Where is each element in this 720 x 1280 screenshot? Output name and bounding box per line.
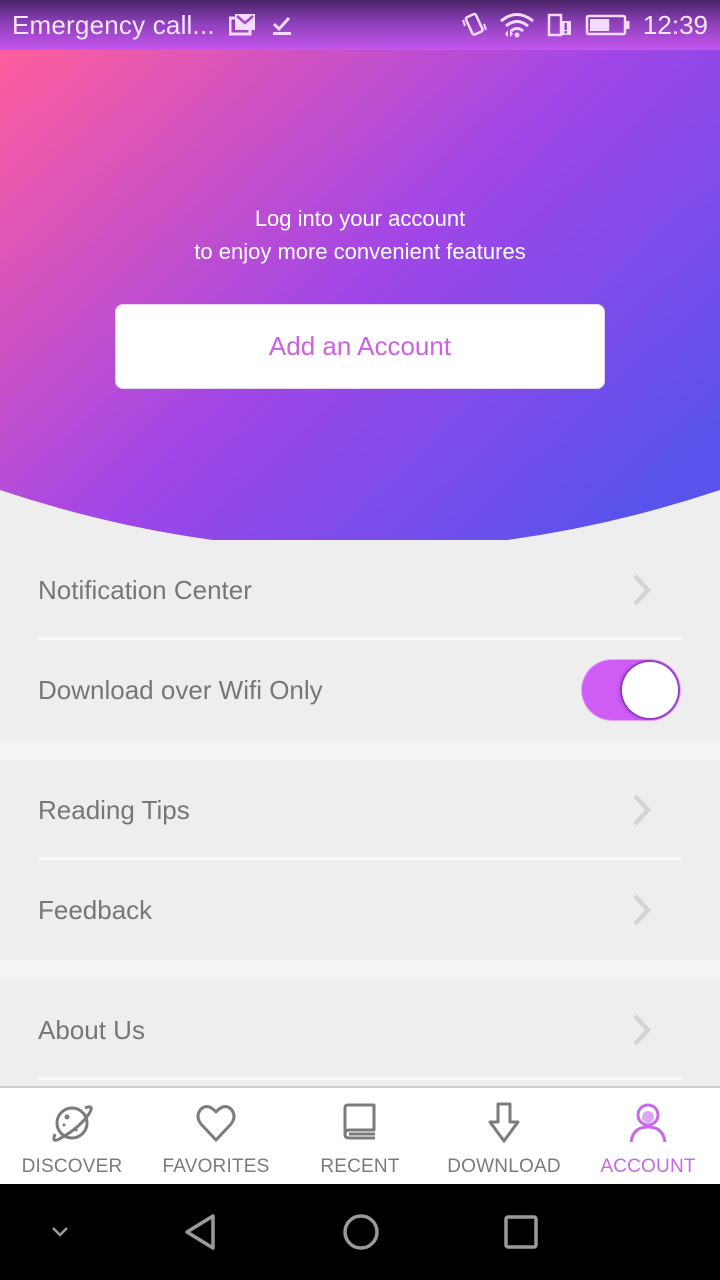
download-arrow-icon (481, 1100, 527, 1146)
planet-icon (49, 1100, 95, 1146)
section-gap (0, 960, 720, 980)
status-right: 12:39 (461, 10, 708, 41)
tab-recent[interactable]: RECENT (288, 1088, 432, 1184)
tab-discover[interactable]: DISCOVER (0, 1088, 144, 1184)
tab-account[interactable]: ACCOUNT (576, 1088, 720, 1184)
chevron-right-icon (630, 893, 654, 927)
login-prompt-line1: Log into your account (254, 206, 466, 231)
bottom-tab-bar: DISCOVER FAVORITES RECENT DOWNLOAD ACCOU… (0, 1086, 720, 1184)
login-prompt: Log into your account to enjoy more conv… (0, 202, 720, 268)
tab-discover-label: DISCOVER (21, 1156, 123, 1177)
book-icon (337, 1100, 383, 1146)
settings-group-1: Notification Center Download over Wifi O… (0, 540, 720, 740)
login-hero: Log into your account to enjoy more conv… (0, 50, 720, 540)
collapse-chevron-icon[interactable] (40, 1184, 80, 1280)
tab-favorites[interactable]: FAVORITES (144, 1088, 288, 1184)
checkmark-download-icon (271, 14, 293, 36)
tab-download-label: DOWNLOAD (447, 1156, 561, 1177)
status-left: Emergency call... (12, 10, 461, 41)
notification-text: Emergency call... (12, 9, 215, 40)
status-bar: Emergency call... 12:39 (0, 0, 720, 50)
feedback-label: Feedback (38, 894, 153, 925)
about-us-row[interactable]: About Us (0, 980, 720, 1080)
chevron-right-icon (630, 1013, 654, 1047)
settings-group-3: About Us (0, 980, 720, 1080)
settings-group-2: Reading Tips Feedback (0, 760, 720, 960)
tab-account-label: ACCOUNT (600, 1156, 696, 1177)
recents-icon[interactable] (496, 1184, 546, 1280)
toggle-knob (622, 662, 678, 718)
about-us-label: About Us (38, 1014, 145, 1045)
chevron-right-icon (630, 573, 654, 607)
system-navigation-bar (0, 1184, 720, 1280)
add-account-button[interactable]: Add an Account (115, 304, 605, 389)
vibrate-icon (461, 12, 487, 38)
tab-download[interactable]: DOWNLOAD (432, 1088, 576, 1184)
section-gap (0, 740, 720, 760)
wifi-icon (499, 12, 535, 38)
reading-tips-label: Reading Tips (38, 794, 190, 825)
notification-center-row[interactable]: Notification Center (0, 540, 720, 640)
notification-center-label: Notification Center (38, 574, 252, 605)
row-divider (38, 1077, 682, 1080)
account-screen: Emergency call... 12:39 Log into your ac… (0, 0, 720, 1280)
tab-recent-label: RECENT (320, 1156, 400, 1177)
back-icon[interactable] (176, 1184, 226, 1280)
hero-gradient-background (0, 50, 720, 540)
feedback-row[interactable]: Feedback (0, 860, 720, 960)
user-icon (625, 1100, 671, 1146)
heart-icon (193, 1100, 239, 1146)
login-prompt-line2: to enjoy more convenient features (194, 239, 526, 264)
clock: 12:39 (642, 9, 708, 40)
sim-alert-icon (547, 13, 573, 37)
reading-tips-row[interactable]: Reading Tips (0, 760, 720, 860)
wifi-only-toggle[interactable] (582, 660, 680, 720)
home-icon[interactable] (336, 1184, 386, 1280)
tab-favorites-label: FAVORITES (162, 1156, 270, 1177)
gmail-stack-icon (228, 13, 257, 37)
chevron-right-icon (630, 793, 654, 827)
wifi-only-row: Download over Wifi Only (0, 640, 720, 740)
battery-icon (585, 13, 631, 37)
wifi-only-label: Download over Wifi Only (38, 674, 323, 705)
